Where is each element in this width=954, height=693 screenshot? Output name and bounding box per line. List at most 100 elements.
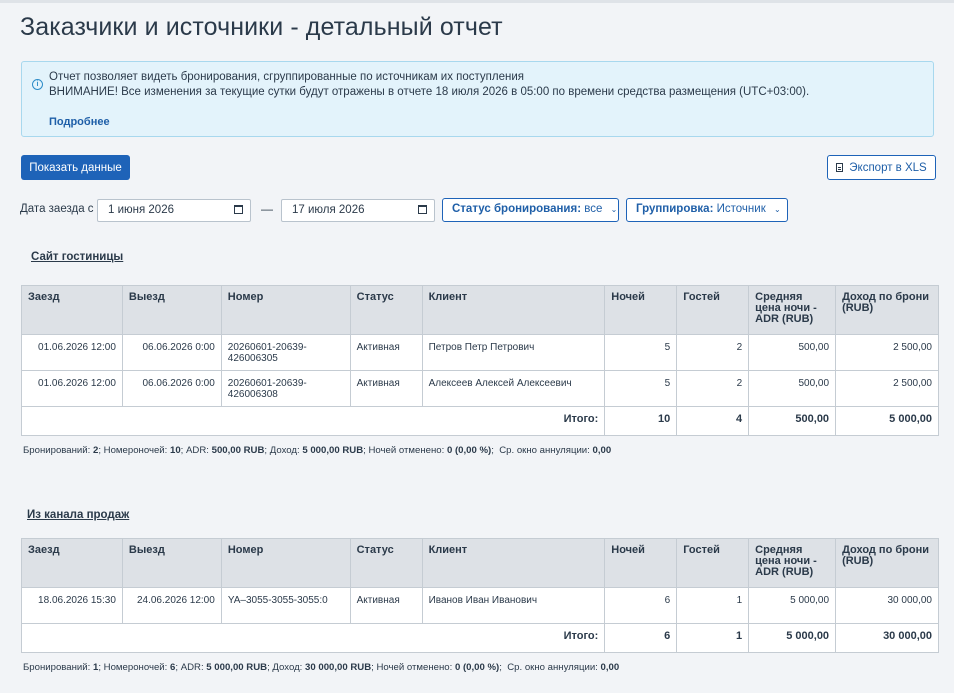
table-header: Заезд Выезд Номер Статус Клиент Ночей Го… (21, 538, 939, 588)
cell-adr: 500,00 (748, 370, 837, 407)
summary-label: Ср. окно аннуляции: (499, 445, 590, 456)
total-adr: 500,00 (748, 406, 837, 436)
cell-checkout: 06.06.2026 0:00 (121, 334, 222, 371)
group-title-sales-channel[interactable]: Из канала продаж (27, 509, 129, 521)
cell-checkin: 01.06.2026 12:00 (21, 334, 123, 371)
summary-label: ADR: (180, 662, 204, 673)
summary-value: 10 (170, 445, 181, 456)
summary-value: 5 000,00 RUB (302, 445, 364, 456)
summary-label: Номероночей: (103, 445, 168, 456)
table-row[interactable]: 18.06.2026 15:30 24.06.2026 12:00 YA–305… (21, 587, 939, 624)
total-revenue: 30 000,00 (835, 623, 939, 653)
summary-label: Номероночей: (103, 662, 168, 673)
column-header: Гостей (676, 285, 750, 335)
show-data-button[interactable]: Показать данные (21, 155, 130, 180)
total-row: Итого: 10 4 500,00 5 000,00 (20, 406, 939, 436)
report-table-sales-channel: Заезд Выезд Номер Статус Клиент Ночей Го… (20, 538, 939, 653)
date-range-separator: — (261, 202, 273, 216)
export-xls-button[interactable]: Экспорт в XLS (827, 155, 936, 180)
cell-nights: 6 (604, 587, 678, 624)
summary-label: Бронирований: (23, 445, 91, 456)
info-icon: i (32, 79, 43, 90)
table-header: Заезд Выезд Номер Статус Клиент Ночей Го… (21, 285, 939, 335)
summary-value: 5 000,00 RUB (206, 662, 268, 673)
total-guests: 4 (676, 406, 750, 436)
summary-value: 0 (0,00 %) (446, 445, 492, 456)
group-summary-sales-channel: Бронирований: 1; Номероночей: 6; ADR: 5 … (23, 662, 620, 673)
cell-checkout: 24.06.2026 12:00 (121, 587, 222, 624)
grouping-value: Источник (716, 203, 766, 215)
booking-status-dropdown[interactable]: Статус бронирования: все ⌄ (442, 198, 619, 222)
summary-value: 1 (92, 662, 99, 673)
summary-label: Ночей отменено: (368, 445, 445, 456)
cell-client: Иванов Иван Иванович (421, 587, 606, 624)
cell-revenue: 2 500,00 (835, 334, 939, 371)
report-table-hotel-site: Заезд Выезд Номер Статус Клиент Ночей Го… (20, 285, 939, 436)
group-summary-hotel-site: Бронирований: 2; Номероночей: 10; ADR: 5… (23, 445, 612, 456)
info-banner: i Отчет позволяет видеть бронирования, с… (21, 61, 934, 137)
column-header: Заезд (21, 538, 123, 588)
cell-client: Петров Петр Петрович (421, 334, 606, 371)
info-text-line-1: Отчет позволяет видеть бронирования, сгр… (49, 71, 525, 83)
column-header: Гостей (676, 538, 750, 588)
summary-value: 500,00 RUB (211, 445, 265, 456)
cell-guests: 2 (676, 370, 750, 407)
table-row[interactable]: 01.06.2026 12:00 06.06.2026 0:00 2026060… (21, 370, 939, 407)
summary-value: 30 000,00 RUB (305, 662, 372, 673)
top-border (0, 0, 954, 3)
group-title-hotel-site[interactable]: Сайт гостиницы (31, 251, 123, 263)
summary-value: 0,00 (600, 662, 620, 673)
column-header: Заезд (21, 285, 123, 335)
cell-number: YA–3055-3055-3055:0 (220, 587, 351, 624)
column-header: Выезд (121, 538, 222, 588)
cell-adr: 5 000,00 (748, 587, 837, 624)
total-adr: 5 000,00 (748, 623, 837, 653)
booking-status-label: Статус бронирования: (452, 203, 582, 215)
calendar-icon[interactable] (234, 205, 243, 214)
summary-label: Бронирований: (23, 662, 91, 673)
summary-label: Доход: (269, 445, 300, 456)
total-nights: 10 (604, 406, 678, 436)
booking-status-value: все (584, 203, 603, 215)
cell-guests: 2 (676, 334, 750, 371)
column-header: Номер (220, 538, 351, 588)
cell-client: Алексеев Алексей Алексеевич (421, 370, 606, 407)
summary-value: 0,00 (592, 445, 612, 456)
column-header: Клиент (421, 538, 606, 588)
summary-label: ADR: (186, 445, 209, 456)
column-header: Номер (220, 285, 351, 335)
total-label: Итого: (20, 623, 606, 653)
more-link[interactable]: Подробнее (49, 116, 110, 128)
total-nights: 6 (604, 623, 678, 653)
column-header: Статус (349, 285, 423, 335)
date-to-field[interactable]: 17 июля 2026 (281, 199, 435, 222)
grouping-dropdown[interactable]: Группировка: Источник ⌄ (626, 198, 788, 222)
cell-checkout: 06.06.2026 0:00 (121, 370, 222, 407)
cell-number: 20260601-20639-426006305 (220, 334, 351, 371)
column-header: Выезд (121, 285, 222, 335)
summary-value: 2 (92, 445, 99, 456)
cell-status: Активная (349, 370, 423, 407)
column-header: Доход по брони (RUB) (835, 285, 939, 335)
cell-adr: 500,00 (748, 334, 837, 371)
grouping-label: Группировка: (636, 203, 714, 215)
summary-label: Ночей отменено: (376, 662, 453, 673)
calendar-icon[interactable] (418, 205, 427, 214)
column-header: Ночей (604, 538, 678, 588)
summary-value: 6 (170, 662, 176, 673)
total-guests: 1 (676, 623, 750, 653)
total-label: Итого: (20, 406, 606, 436)
document-icon (836, 162, 844, 172)
info-text-line-2: ВНИМАНИЕ! Все изменения за текущие сутки… (49, 86, 810, 98)
cell-revenue: 30 000,00 (835, 587, 939, 624)
date-from-field[interactable]: 1 июня 2026 (97, 199, 251, 222)
cell-status: Активная (349, 587, 423, 624)
chevron-down-icon: ⌄ (610, 205, 618, 214)
chevron-down-icon: ⌄ (773, 205, 781, 214)
date-to-value: 17 июля 2026 (292, 204, 365, 216)
cell-number: 20260601-20639-426006308 (220, 370, 351, 407)
table-row[interactable]: 01.06.2026 12:00 06.06.2026 0:00 2026060… (21, 334, 939, 371)
cell-guests: 1 (676, 587, 750, 624)
cell-status: Активная (349, 334, 423, 371)
column-header: Доход по брони (RUB) (835, 538, 939, 588)
